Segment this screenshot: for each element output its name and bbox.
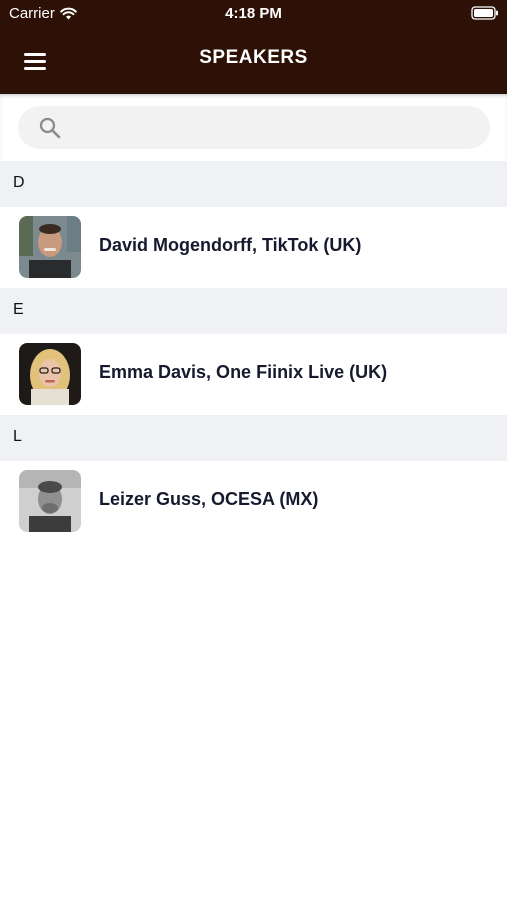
section-letter: D <box>13 174 25 191</box>
section-header-d: D <box>0 161 507 207</box>
navigation-bar: SPEAKERS <box>0 28 507 94</box>
speaker-row[interactable]: Leizer Guss, OCESA (MX) <box>0 461 507 542</box>
avatar <box>19 343 81 405</box>
speaker-name: David Mogendorff, TikTok (UK) <box>99 235 362 255</box>
search-input[interactable] <box>72 106 477 149</box>
status-bar: Carrier 4:18 PM <box>0 0 507 28</box>
section-letter: L <box>13 428 22 445</box>
speaker-row[interactable]: David Mogendorff, TikTok (UK) <box>0 207 507 288</box>
section-header-l: L <box>0 415 507 461</box>
section-letter: E <box>13 301 24 318</box>
page-title: SPEAKERS <box>199 47 308 68</box>
search-bar <box>0 94 507 160</box>
speaker-name: Emma Davis, One Fiinix Live (UK) <box>99 362 388 382</box>
speaker-row[interactable]: Emma Davis, One Fiinix Live (UK) <box>0 334 507 415</box>
search-field-container[interactable] <box>18 106 490 149</box>
search-icon <box>39 117 61 139</box>
status-time: 4:18 PM <box>225 5 282 22</box>
avatar <box>19 470 81 532</box>
avatar <box>19 216 81 278</box>
battery-icon <box>471 6 498 20</box>
app-header: Carrier 4:18 PM SPEAKERS <box>0 0 507 94</box>
section-header-e: E <box>0 288 507 334</box>
speaker-name: Leizer Guss, OCESA (MX) <box>99 489 319 509</box>
